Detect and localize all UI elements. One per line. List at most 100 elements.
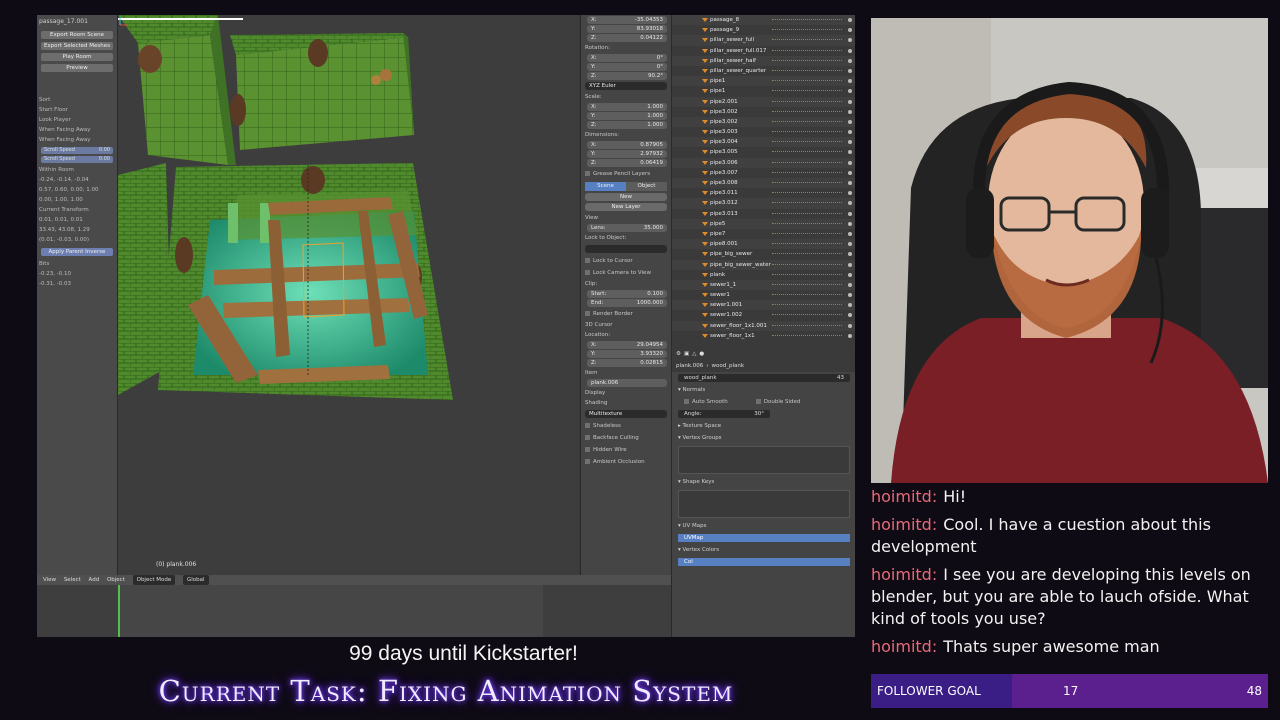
scroll-speed-field[interactable]: Scroll Speed 0.00 [41,147,113,154]
clip-start-field[interactable]: Start: 0.100 [587,290,667,298]
double-sided-checkbox[interactable]: Double Sided [752,396,805,408]
visibility-eye-icon[interactable] [848,170,852,175]
visibility-eye-icon[interactable] [848,181,852,185]
scale-y-field[interactable]: Y: 1.000 [587,112,667,120]
visibility-eye-icon[interactable] [848,323,852,328]
visibility-eye-icon[interactable] [848,119,852,124]
visibility-eye-icon[interactable] [848,201,852,206]
visibility-eye-icon[interactable] [848,150,852,155]
outliner-item[interactable]: sewer1_1 [672,279,855,291]
3d-viewport[interactable]: (0) plank.006 [118,15,579,575]
menu-object[interactable]: Object [107,577,125,583]
visibility-eye-icon[interactable] [848,68,852,73]
visibility-eye-icon[interactable] [848,282,852,287]
uv-map-row[interactable]: UVMap [678,534,850,542]
rotation-y-field[interactable]: Y: 0° [587,63,667,71]
visibility-eye-icon[interactable] [848,211,852,216]
outliner-item[interactable]: pipe3.006 [672,157,855,168]
new-layer-button[interactable]: New Layer [585,203,667,211]
outliner-item[interactable]: pipe_big_sewer_water [672,259,855,270]
rotation-z-field[interactable]: Z: 90.2° [587,72,667,80]
export-room-scene-button[interactable]: Export Room Scene [41,31,113,39]
outliner-item[interactable]: pillar_sewer_half [672,55,855,66]
texture-space-section[interactable]: Texture Space [672,420,855,432]
outliner-item[interactable]: sewer_floor_1x1 [672,331,855,341]
lock-object-select[interactable] [585,245,667,253]
shadeless-checkbox[interactable]: Shadeless [581,420,671,432]
vertex-groups-section[interactable]: Vertex Groups [672,432,855,444]
visibility-eye-icon[interactable] [848,221,852,226]
outliner-item[interactable]: pillar_sewer_quarter [672,66,855,76]
apply-parent-inverse-button[interactable]: Apply Parent Inverse [41,248,113,256]
location-x-field[interactable]: X: -35.04353 [587,16,667,24]
outliner-item[interactable]: pipe3.008 [672,178,855,189]
render-border-checkbox[interactable]: Render Border [581,308,671,320]
visibility-eye-icon[interactable] [848,38,852,43]
visibility-eye-icon[interactable] [848,160,852,165]
visibility-eye-icon[interactable] [848,333,852,338]
dimensions-z-field[interactable]: Z: 0.06419 [587,159,667,167]
outliner-item[interactable]: sewer1 [672,290,855,300]
mesh-datablock-field[interactable]: wood_plank 43 [678,374,850,382]
outliner-item[interactable]: passage_8 [672,15,855,26]
backface-culling-checkbox[interactable]: Backface Culling [581,432,671,444]
visibility-eye-icon[interactable] [848,231,852,236]
location-z-field[interactable]: Z: 0.04122 [587,34,667,42]
visibility-eye-icon[interactable] [848,18,852,22]
chat-username[interactable]: hoimitd [871,565,932,584]
hidden-wire-checkbox[interactable]: Hidden Wire [581,444,671,456]
clip-end-field[interactable]: End: 1000.000 [587,299,667,307]
grease-pencil-checkbox[interactable]: Grease Pencil Layers [581,168,671,180]
visibility-eye-icon[interactable] [848,48,852,53]
outliner-item[interactable]: pipe_big_sewer [672,249,855,259]
outliner-item[interactable]: pipe7 [672,229,855,239]
outliner-item[interactable]: pillar_sewer_full [672,35,855,46]
outliner-item[interactable]: pipe3.012 [672,198,855,209]
dimensions-y-field[interactable]: Y: 2.97932 [587,150,667,158]
item-name-field[interactable]: plank.006 [587,379,667,387]
visibility-eye-icon[interactable] [848,313,852,318]
camera-icon[interactable]: ▣ [684,351,689,357]
tab-object[interactable]: Object [626,182,667,191]
visibility-eye-icon[interactable] [848,130,852,135]
visibility-eye-icon[interactable] [848,293,852,298]
auto-smooth-checkbox[interactable]: Auto Smooth [680,396,732,408]
ambient-occlusion-checkbox[interactable]: Ambient Occlusion [581,456,671,468]
visibility-eye-icon[interactable] [848,191,852,196]
visibility-eye-icon[interactable] [848,140,852,145]
visibility-eye-icon[interactable] [848,303,852,308]
lens-field[interactable]: Lens: 35.000 [587,224,667,232]
outliner-item[interactable]: pipe5 [672,218,855,229]
visibility-eye-icon[interactable] [848,252,852,257]
outliner-item[interactable]: plank [672,270,855,280]
play-room-button[interactable]: Play Room [41,53,113,61]
tab-scene[interactable]: Scene [585,182,626,191]
location-y-field[interactable]: Y: 83.93018 [587,25,667,33]
outliner-item[interactable]: pipe1 [672,86,855,96]
shape-keys-list[interactable] [678,490,850,518]
scale-x-field[interactable]: X: 1.000 [587,103,667,111]
vertex-color-row[interactable]: Col [678,558,850,566]
visibility-eye-icon[interactable] [848,28,852,33]
shape-keys-section[interactable]: Shape Keys [672,476,855,488]
new-button[interactable]: New [585,193,667,201]
outliner-item[interactable]: pipe2.001 [672,96,855,107]
outliner-item[interactable]: sewer_floor_1x1.001 [672,320,855,331]
rotation-mode-select[interactable]: XYZ Euler [585,82,667,90]
outliner-item[interactable]: sewer1.001 [672,300,855,311]
outliner-item[interactable]: pipe8.001 [672,239,855,250]
vertex-colors-section[interactable]: Vertex Colors [672,544,855,556]
dimensions-x-field[interactable]: X: 0.87905 [587,141,667,149]
outliner-item[interactable]: pipe3.002 [672,107,855,117]
outliner-item[interactable]: pipe3.011 [672,188,855,198]
visibility-eye-icon[interactable] [848,109,852,114]
vertex-groups-list[interactable] [678,446,850,474]
visibility-eye-icon[interactable] [848,242,852,247]
wrench-icon[interactable]: ⚙ [676,351,681,357]
mesh-icon[interactable]: △ [692,351,696,357]
orientation-select[interactable]: Global [183,575,209,585]
visibility-eye-icon[interactable] [848,79,852,84]
visibility-eye-icon[interactable] [848,99,852,104]
visibility-eye-icon[interactable] [848,58,852,63]
outliner-item[interactable]: pipe1 [672,76,855,87]
